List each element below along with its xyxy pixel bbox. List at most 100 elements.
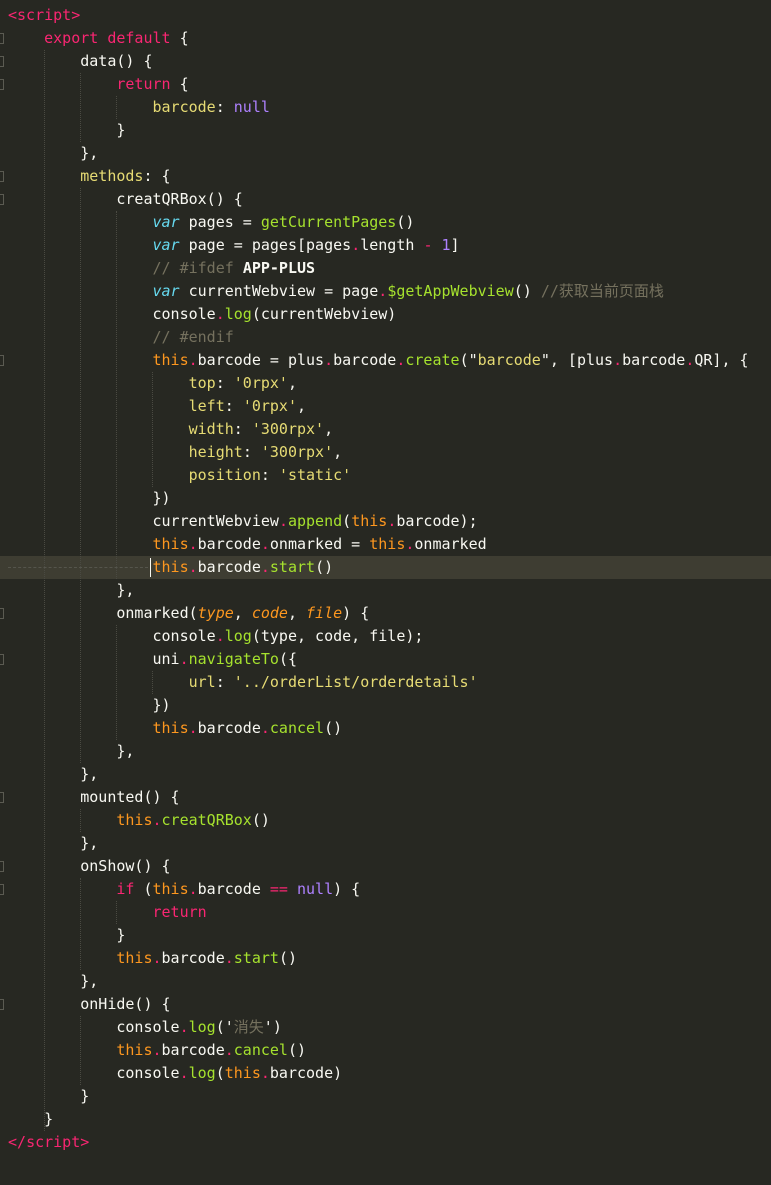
code-text: width: '300rpx', <box>8 418 334 441</box>
code-token: uni <box>8 650 180 668</box>
code-token: pages = <box>179 213 261 231</box>
code-text: mounted() { <box>8 786 179 809</box>
code-token: // <box>540 282 559 300</box>
gutter-marker <box>0 947 6 970</box>
code-token: null <box>233 98 270 116</box>
code-line[interactable]: } <box>0 119 771 142</box>
code-token: . <box>188 351 198 369</box>
code-line[interactable]: this.barcode.start() <box>0 947 771 970</box>
code-token: null <box>297 880 334 898</box>
code-token: code <box>251 604 288 622</box>
code-line[interactable]: } <box>0 1085 771 1108</box>
fold-icon[interactable] <box>0 861 4 872</box>
fold-icon[interactable] <box>0 792 4 803</box>
fold-icon[interactable] <box>0 884 4 895</box>
code-text: var page = pages[pages.length - 1] <box>8 234 460 257</box>
code-token: if <box>116 880 135 898</box>
code-text: currentWebview.append(this.barcode); <box>8 510 477 533</box>
code-line[interactable]: </script> <box>0 1131 771 1154</box>
gutter-marker <box>0 349 6 372</box>
fold-icon[interactable] <box>0 79 4 90</box>
code-token: '../orderList/orderdetails' <box>233 673 478 691</box>
gutter-marker <box>0 1062 6 1085</box>
code-line[interactable]: }, <box>0 579 771 602</box>
gutter-marker <box>0 234 6 257</box>
code-line[interactable]: onHide() { <box>0 993 771 1016</box>
code-token: }, <box>8 834 99 852</box>
gutter-marker <box>0 326 6 349</box>
code-token: () <box>315 558 334 576</box>
gutter-marker <box>0 4 6 27</box>
indent-guide <box>44 50 45 1131</box>
fold-icon[interactable] <box>0 171 4 182</box>
gutter-marker <box>0 993 6 1016</box>
code-text: var currentWebview = page.$getAppWebview… <box>8 280 664 303</box>
code-line[interactable]: this.barcode.cancel() <box>0 1039 771 1062</box>
code-line[interactable]: console.log(this.barcode) <box>0 1062 771 1085</box>
fold-icon[interactable] <box>0 56 4 67</box>
code-token: . <box>387 512 397 530</box>
code-token: : <box>215 374 234 392</box>
fold-icon[interactable] <box>0 608 4 619</box>
code-token: width <box>188 420 234 438</box>
code-token: height <box>188 443 243 461</box>
code-line[interactable]: export default { <box>0 27 771 50</box>
code-token: #ifdef <box>179 259 234 277</box>
code-line[interactable]: console.log('消失') <box>0 1016 771 1039</box>
gutter-marker <box>0 96 6 119</box>
code-token: }) <box>8 696 171 714</box>
fold-icon[interactable] <box>0 33 4 44</box>
code-line[interactable]: onShow() { <box>0 855 771 878</box>
code-text: console.log(type, code, file); <box>8 625 423 648</box>
code-line[interactable]: mounted() { <box>0 786 771 809</box>
fold-icon[interactable] <box>0 194 4 205</box>
code-text: height: '300rpx', <box>8 441 343 464</box>
code-token: '0rpx' <box>233 374 288 392</box>
code-line[interactable]: onmarked(type, code, file) { <box>0 602 771 625</box>
code-line[interactable]: if (this.barcode == null) { <box>0 878 771 901</box>
code-token: var <box>152 282 180 300</box>
code-line[interactable]: data() { <box>0 50 771 73</box>
gutter-marker <box>0 1039 6 1062</box>
code-token: 消失 <box>233 1018 264 1036</box>
code-line[interactable]: }, <box>0 763 771 786</box>
code-line[interactable]: }, <box>0 970 771 993</box>
code-token: { <box>170 29 189 47</box>
code-text: console.log(this.barcode) <box>8 1062 342 1085</box>
code-line[interactable] <box>0 1154 771 1177</box>
code-line[interactable]: }, <box>0 740 771 763</box>
code-token: , <box>287 374 297 392</box>
fold-icon[interactable] <box>0 355 4 366</box>
gutter-marker <box>0 602 6 625</box>
gutter-marker <box>0 280 6 303</box>
fold-icon[interactable] <box>0 999 4 1010</box>
gutter-marker <box>0 257 6 280</box>
code-token: } <box>8 121 126 139</box>
fold-icon[interactable] <box>0 654 4 665</box>
code-line[interactable]: } <box>0 1108 771 1131</box>
code-token: 获取当前页面栈 <box>558 282 664 300</box>
indent-guide <box>80 188 81 763</box>
code-token: barcode <box>161 949 225 967</box>
code-line[interactable]: this.creatQRBox() <box>0 809 771 832</box>
code-line[interactable]: methods: { <box>0 165 771 188</box>
code-line[interactable]: <script> <box>0 4 771 27</box>
code-token: . <box>188 558 198 576</box>
gutter-marker <box>0 119 6 142</box>
code-line[interactable]: } <box>0 924 771 947</box>
code-line[interactable]: creatQRBox() { <box>0 188 771 211</box>
indent-guide <box>80 878 81 970</box>
code-line[interactable]: }, <box>0 142 771 165</box>
gutter-marker <box>0 142 6 165</box>
gutter-marker <box>0 556 6 579</box>
code-line[interactable]: return { <box>0 73 771 96</box>
code-token: (currentWebview) <box>251 305 397 323</box>
gutter-marker <box>0 165 6 188</box>
code-token: ) { <box>342 604 370 622</box>
code-line[interactable]: }, <box>0 832 771 855</box>
code-token: </ <box>8 1133 27 1151</box>
code-editor[interactable]: <script> export default { data() { retur… <box>0 0 771 1185</box>
code-token: 'static' <box>278 466 352 484</box>
